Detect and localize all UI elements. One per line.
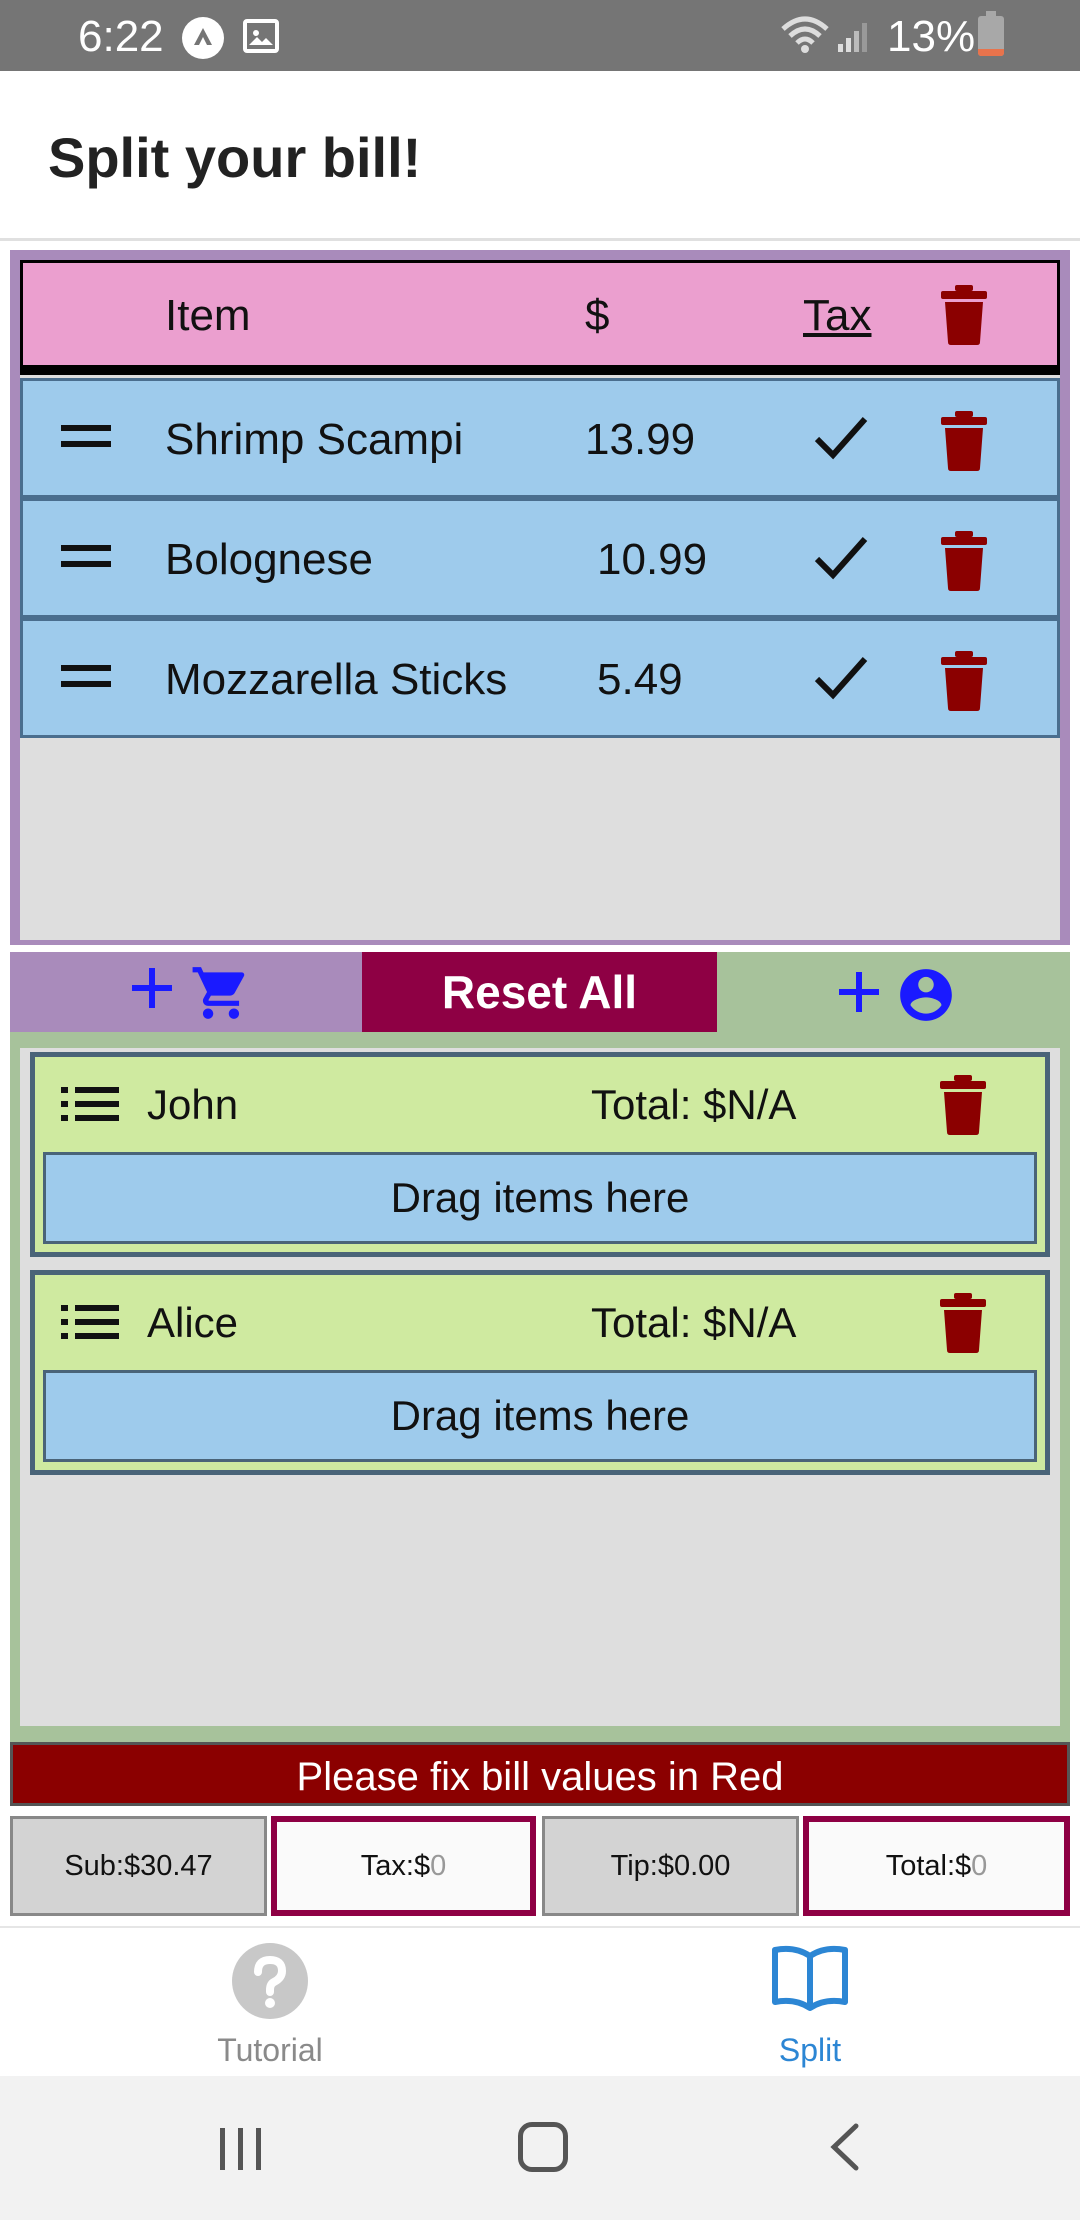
signal-icon: [836, 18, 872, 59]
tax-input-placeholder[interactable]: 0: [430, 1850, 446, 1883]
person-name[interactable]: Alice: [147, 1299, 238, 1347]
delete-person-icon[interactable]: [940, 1075, 986, 1140]
totals-bar: Sub:$30.47 Tax:$ 0 Tip:$0.00 Total:$ 0: [10, 1816, 1070, 1916]
system-nav-bar: [0, 2076, 1080, 2220]
list-icon[interactable]: [61, 1305, 119, 1344]
app-header: Split your bill!: [0, 71, 1080, 241]
item-drop-zone[interactable]: Drag items here: [43, 1370, 1037, 1462]
items-list: Item $ Tax Shrimp Scampi 13.99 Bolognese…: [20, 260, 1060, 940]
tax-input[interactable]: Tax:$ 0: [271, 1816, 536, 1916]
account-circle-icon: [895, 964, 957, 1031]
delete-item-icon[interactable]: [941, 651, 987, 716]
delete-item-icon[interactable]: [941, 531, 987, 596]
image-icon: [243, 19, 279, 53]
tab-tutorial[interactable]: Tutorial: [0, 1928, 540, 2078]
total-input-label: Total:$: [885, 1849, 972, 1882]
status-time: 6:22: [78, 12, 164, 61]
person-total: Total: $N/A: [591, 1299, 797, 1346]
app-notification-icon: [182, 17, 224, 59]
tab-label: Tutorial: [217, 2032, 323, 2068]
person-total: Total: $N/A: [591, 1081, 797, 1128]
item-name[interactable]: Bolognese: [165, 535, 373, 585]
delete-all-items-icon[interactable]: [941, 285, 987, 350]
drag-handle-icon[interactable]: [61, 545, 111, 571]
person-name[interactable]: John: [147, 1081, 238, 1129]
battery-icon: [978, 11, 1004, 56]
battery-percent: 13%: [887, 12, 976, 61]
tab-split[interactable]: Split: [540, 1928, 1080, 2078]
delete-item-icon[interactable]: [941, 411, 987, 476]
column-header-tax[interactable]: Tax: [803, 291, 871, 341]
cart-icon: [190, 962, 252, 1029]
person-card[interactable]: Alice Total: $N/A Drag items here: [30, 1270, 1050, 1475]
drag-handle-icon[interactable]: [61, 665, 111, 691]
column-header-price: $: [585, 291, 610, 340]
tax-check-icon[interactable]: [813, 533, 869, 588]
person-card[interactable]: John Total: $N/A Drag items here: [30, 1052, 1050, 1257]
item-row[interactable]: Mozzarella Sticks 5.49: [20, 618, 1060, 738]
total-input[interactable]: Total:$ 0: [803, 1816, 1070, 1916]
items-table-header: Item $ Tax: [20, 260, 1060, 375]
error-message: Please fix bill values in Red: [10, 1742, 1070, 1806]
bottom-tab-bar: Tutorial Split: [0, 1926, 1080, 2076]
people-panel: John Total: $N/A Drag items here Alice T…: [10, 1032, 1070, 1742]
tax-input-label: Tax:$: [360, 1849, 431, 1882]
add-person-button[interactable]: [717, 952, 1070, 1032]
tab-label: Split: [778, 2032, 842, 2068]
list-icon[interactable]: [61, 1087, 119, 1126]
item-price[interactable]: 10.99: [597, 535, 707, 585]
recent-apps-icon[interactable]: [218, 2126, 264, 2177]
item-row[interactable]: Bolognese 10.99: [20, 498, 1060, 618]
add-item-button[interactable]: [10, 952, 362, 1032]
plus-icon: [835, 968, 883, 1021]
wifi-icon: [780, 15, 830, 60]
item-price[interactable]: 13.99: [585, 415, 695, 465]
item-price[interactable]: 5.49: [597, 655, 683, 705]
status-bar: 6:22 13%: [0, 0, 1080, 71]
items-panel: Item $ Tax Shrimp Scampi 13.99 Bolognese…: [10, 250, 1070, 945]
page-title: Split your bill!: [48, 126, 422, 189]
subtotal-display: Sub:$30.47: [10, 1816, 267, 1916]
item-drop-zone[interactable]: Drag items here: [43, 1152, 1037, 1244]
total-input-placeholder[interactable]: 0: [971, 1850, 987, 1883]
book-open-icon: [771, 1942, 849, 2017]
item-name[interactable]: Mozzarella Sticks: [165, 655, 507, 705]
column-header-item: Item: [165, 291, 251, 340]
people-list: John Total: $N/A Drag items here Alice T…: [20, 1048, 1060, 1726]
drag-handle-icon[interactable]: [61, 425, 111, 451]
tip-display[interactable]: Tip:$0.00: [542, 1816, 799, 1916]
item-row[interactable]: Shrimp Scampi 13.99: [20, 378, 1060, 498]
home-icon[interactable]: [518, 2122, 568, 2172]
delete-person-icon[interactable]: [940, 1293, 986, 1358]
item-name[interactable]: Shrimp Scampi: [165, 415, 463, 465]
help-icon: [231, 1942, 309, 2025]
reset-all-button[interactable]: Reset All: [362, 952, 717, 1032]
tax-check-icon[interactable]: [813, 653, 869, 708]
tax-check-icon[interactable]: [813, 413, 869, 468]
back-icon[interactable]: [826, 2122, 862, 2177]
plus-icon: [128, 964, 176, 1017]
